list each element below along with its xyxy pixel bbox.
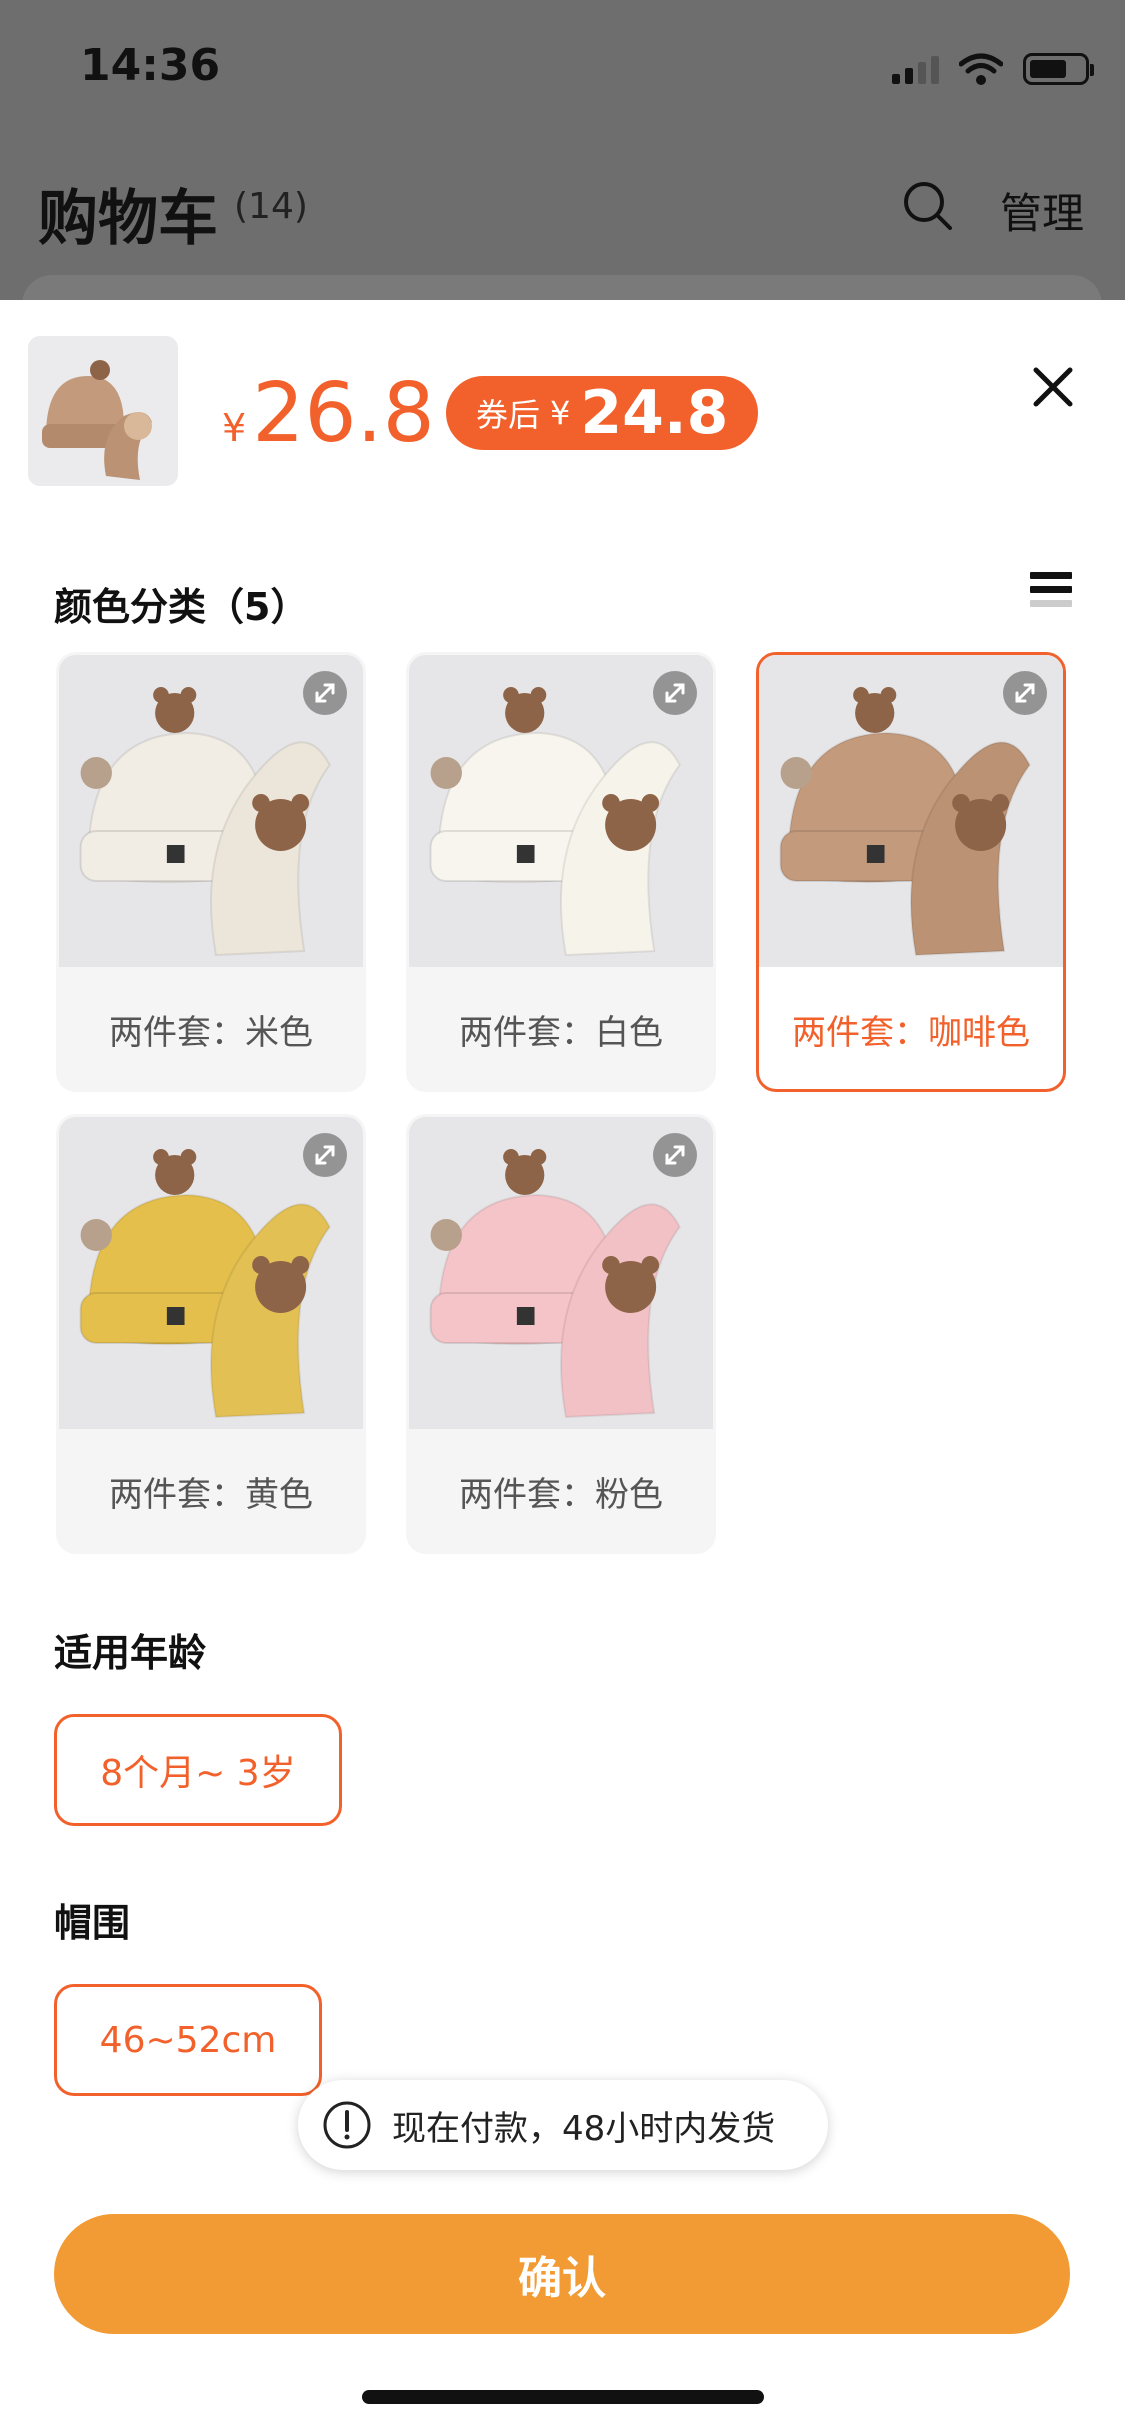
list-view-icon[interactable] <box>1030 572 1072 616</box>
expand-icon[interactable] <box>303 1133 347 1177</box>
search-icon[interactable] <box>900 178 956 234</box>
cart-title: 购物车 <box>38 184 218 254</box>
wifi-icon <box>959 53 1003 85</box>
color-option-card[interactable]: 两件套：咖啡色 <box>756 652 1066 1092</box>
size-section-title: 帽围 <box>54 1901 131 1945</box>
color-option-card[interactable]: 两件套：粉色 <box>406 1114 716 1554</box>
cart-count: (14) <box>234 186 308 227</box>
expand-icon[interactable] <box>653 671 697 715</box>
status-time: 14:36 <box>80 40 221 91</box>
color-option-label: 两件套：粉色 <box>459 1475 663 1515</box>
color-option-label: 两件套：咖啡色 <box>792 1013 1030 1053</box>
confirm-button[interactable]: 确认 <box>54 2214 1070 2334</box>
color-option-card[interactable]: 两件套：黄色 <box>56 1114 366 1554</box>
price-value: 26.8 <box>252 366 435 461</box>
battery-icon <box>1023 53 1094 85</box>
color-option-label: 两件套：黄色 <box>109 1475 313 1515</box>
signal-icon <box>892 54 939 84</box>
color-option-card[interactable]: 两件套：米色 <box>56 652 366 1092</box>
expand-icon[interactable] <box>1003 671 1047 715</box>
toast-text: 现在付款，48小时内发货 <box>392 2108 776 2149</box>
coupon-price-badge: 券后 ¥ 24.8 <box>446 376 759 450</box>
age-option[interactable]: 8个月~ 3岁 <box>54 1714 342 1826</box>
coupon-price: 24.8 <box>580 378 729 448</box>
color-option-card[interactable]: 两件套：白色 <box>406 652 716 1092</box>
expand-icon[interactable] <box>303 671 347 715</box>
color-option-label: 两件套：白色 <box>459 1013 663 1053</box>
price-currency: ¥ <box>222 406 247 450</box>
close-icon[interactable] <box>1028 362 1078 412</box>
size-option[interactable]: 46~52cm <box>54 1984 322 2096</box>
age-section-title: 适用年龄 <box>54 1631 207 1675</box>
color-section-title: 颜色分类（5） <box>54 585 309 629</box>
status-icons <box>892 52 1094 86</box>
product-thumbnail[interactable] <box>28 336 178 486</box>
home-indicator <box>362 2390 764 2404</box>
background-page: 14:36 购物车 (14) 管理 <box>0 0 1125 355</box>
status-bar: 14:36 <box>0 0 1125 140</box>
warning-icon <box>323 2101 371 2149</box>
coupon-currency: ¥ <box>550 394 571 432</box>
color-option-label: 两件套：米色 <box>109 1013 313 1053</box>
price: ¥ 26.8 <box>222 366 435 461</box>
shipping-toast: 现在付款，48小时内发货 <box>298 2080 828 2170</box>
coupon-label: 券后 <box>476 396 541 434</box>
expand-icon[interactable] <box>653 1133 697 1177</box>
manage-button[interactable]: 管理 <box>1000 180 1084 241</box>
